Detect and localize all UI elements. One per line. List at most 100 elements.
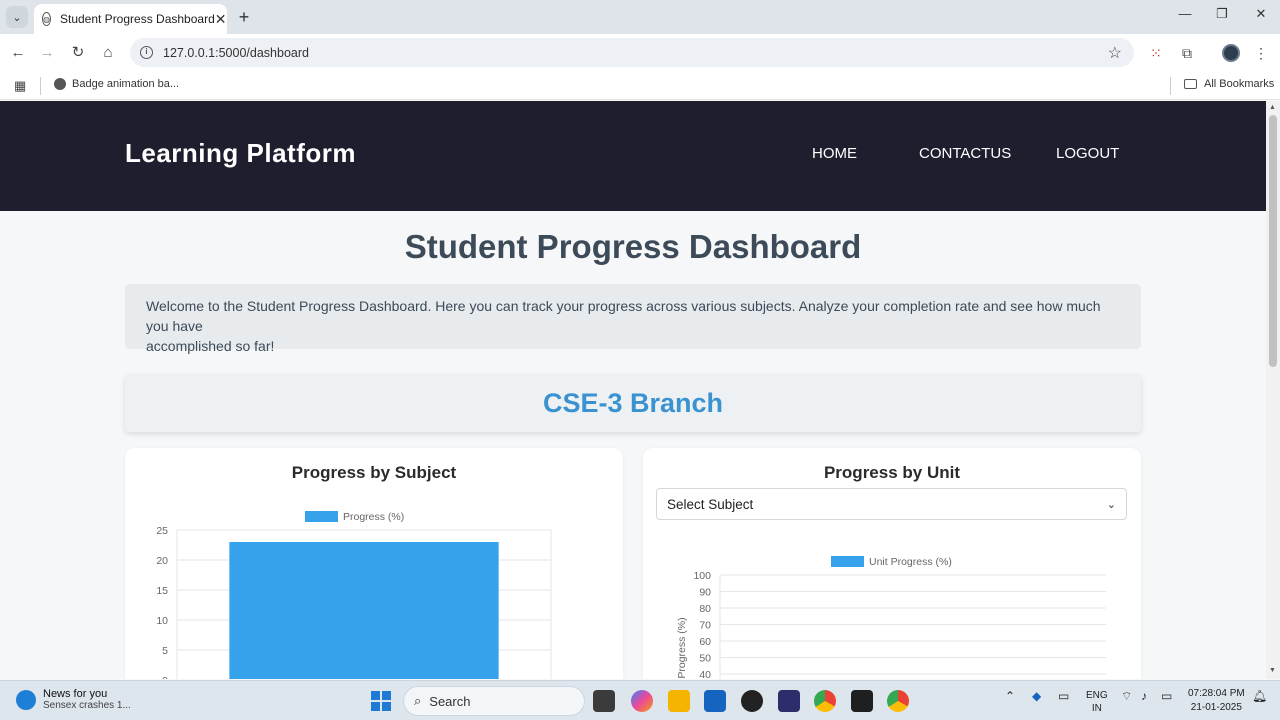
file-explorer-icon[interactable] — [668, 690, 690, 712]
y-tick-label: 20 — [156, 555, 168, 567]
tab-strip: ⌄ ◍ Student Progress Dashboard ✕ + — ❐ ✕ — [0, 0, 1280, 34]
y-tick-label: 0 — [162, 675, 168, 679]
taskbar-search-label: Search — [429, 693, 471, 709]
y-tick-label: 100 — [693, 570, 711, 582]
legend-swatch — [831, 556, 864, 567]
divider — [40, 77, 41, 95]
back-arrow-icon[interactable]: ← — [8, 43, 28, 63]
branch-card: CSE-3 Branch — [125, 374, 1141, 432]
globe-icon — [54, 78, 66, 90]
divider — [1170, 77, 1171, 95]
taskbar-search[interactable]: ⌕ Search — [403, 686, 585, 716]
news-icon — [16, 690, 36, 710]
y-tick-label: 15 — [156, 585, 168, 597]
y-tick-label: 60 — [699, 636, 711, 648]
tray-chevron-up-icon[interactable]: ⌃ — [1005, 689, 1015, 703]
lang-code: ENG — [1086, 690, 1108, 701]
forward-arrow-icon[interactable]: → — [37, 43, 57, 63]
address-bar[interactable]: i 127.0.0.1:5000/dashboard ☆ — [130, 38, 1134, 67]
chrome-icon[interactable] — [814, 690, 836, 712]
scroll-thumb[interactable] — [1269, 115, 1277, 367]
browser-tab[interactable]: ◍ Student Progress Dashboard ✕ — [34, 4, 227, 34]
news-widget[interactable]: News for you Sensex crashes 1... — [16, 688, 131, 711]
y-tick-label: 90 — [699, 587, 711, 599]
welcome-line-2: accomplished so far! — [146, 338, 275, 354]
y-tick-label: 80 — [699, 603, 711, 615]
windows-start-icon[interactable] — [371, 691, 391, 711]
branch-title: CSE-3 Branch — [542, 388, 724, 418]
profile-avatar[interactable] — [1222, 44, 1240, 62]
bookmark-label: Badge animation ba... — [72, 78, 180, 90]
subject-progress-card: Progress by Subject Progress (%)05101520… — [125, 448, 623, 679]
nav-logout[interactable]: LOGOUT — [1056, 145, 1119, 162]
news-subtitle: Sensex crashes 1... — [43, 700, 131, 711]
url-text: 127.0.0.1:5000/dashboard — [163, 45, 309, 60]
bookmark-item[interactable]: Badge animation ba... — [54, 78, 179, 90]
subject-progress-chart: Progress (%) 0 5 10 15 20 25 — [156, 511, 552, 679]
kebab-menu-icon[interactable]: ⋮ — [1251, 43, 1271, 63]
vscode-icon[interactable] — [778, 690, 800, 712]
volume-icon[interactable]: ♪ — [1141, 689, 1147, 703]
tab-close-icon[interactable]: ✕ — [215, 11, 227, 28]
task-view-icon[interactable] — [593, 690, 615, 712]
search-icon: ⌕ — [414, 693, 422, 708]
system-clock[interactable]: 07:28:04 PM 21-01-2025 — [1188, 687, 1245, 715]
wifi-icon[interactable]: ⌔ — [1121, 689, 1132, 704]
scroll-down-icon[interactable]: ▼ — [1269, 667, 1276, 674]
news-title: News for you — [43, 688, 108, 700]
legend-label: Progress (%) — [343, 511, 404, 523]
folder-icon — [1184, 79, 1197, 89]
windows-taskbar: News for you Sensex crashes 1... ⌕ Searc… — [0, 680, 1280, 720]
nav-home[interactable]: HOME — [812, 145, 857, 162]
all-bookmarks-label: All Bookmarks — [1204, 78, 1275, 90]
tray-device-icon[interactable]: ▭ — [1058, 689, 1069, 703]
scroll-up-icon[interactable]: ▲ — [1269, 104, 1276, 111]
clock-date: 21-01-2025 — [1190, 702, 1242, 713]
restore-icon[interactable]: ❐ — [1207, 6, 1237, 22]
legend-swatch — [305, 511, 338, 522]
all-bookmarks-button[interactable]: All Bookmarks — [1184, 78, 1274, 90]
clock-time: 07:28:04 PM — [1188, 688, 1245, 699]
y-tick-label: 50 — [699, 653, 711, 665]
reload-icon[interactable]: ↻ — [68, 43, 88, 63]
nav-contactus[interactable]: CONTACTUS — [919, 145, 1011, 162]
battery-icon[interactable]: ▭ — [1161, 689, 1172, 703]
y-tick-label: 40 — [699, 669, 711, 679]
language-indicator[interactable]: ENG IN — [1086, 689, 1108, 715]
globe-icon: ◍ — [42, 12, 51, 26]
tab-search-chevron-icon[interactable]: ⌄ — [6, 6, 28, 28]
y-tick-label: 10 — [156, 615, 168, 627]
extensions-puzzle-icon[interactable]: ⧉ — [1177, 43, 1197, 63]
home-icon[interactable]: ⌂ — [98, 43, 118, 63]
minimize-icon[interactable]: — — [1170, 6, 1200, 21]
security-shield-icon[interactable]: ◆ — [1032, 689, 1041, 703]
browser-toolbar: ← → ↻ ⌂ i 127.0.0.1:5000/dashboard ☆ ⁙ ⧉… — [0, 34, 1280, 72]
unit-progress-chart: Unit Progress (%) 40 50 60 70 80 90 100 Progress… — [676, 556, 1106, 679]
page-scrollbar[interactable]: ▲ ▼ — [1266, 101, 1280, 679]
copilot-icon[interactable] — [631, 690, 653, 712]
terminal-icon[interactable] — [851, 690, 873, 712]
page-title: Student Progress Dashboard — [404, 228, 862, 265]
y-tick-label: 70 — [699, 620, 711, 632]
page-viewport: Learning Platform HOME CONTACTUS LOGOUT … — [0, 101, 1266, 679]
welcome-line-1: Welcome to the Student Progress Dashboar… — [146, 298, 1101, 334]
new-tab-plus-icon[interactable]: + — [234, 7, 254, 27]
y-tick-label: 5 — [162, 645, 168, 657]
notification-bell-icon[interactable]: 🔔︎ — [1252, 689, 1267, 703]
brand-logo-text[interactable]: Learning Platform — [125, 138, 356, 169]
bookmarks-bar: ▦ Badge animation ba... All Bookmarks — [0, 72, 1280, 100]
y-axis-label: Progress (%) — [676, 617, 688, 678]
site-info-icon[interactable]: i — [140, 46, 153, 59]
chrome-active-icon[interactable] — [887, 690, 909, 712]
bar — [229, 542, 499, 679]
apps-grid-icon[interactable]: ⁙ — [1146, 43, 1166, 63]
dell-icon[interactable] — [741, 690, 763, 712]
bookmark-star-icon[interactable]: ☆ — [1108, 43, 1122, 63]
lang-region: IN — [1091, 703, 1102, 714]
window-close-icon[interactable]: ✕ — [1246, 6, 1276, 22]
legend-label: Unit Progress (%) — [869, 556, 952, 568]
unit-progress-card: Progress by Unit Select Subject ⌄ Unit P… — [643, 448, 1141, 679]
microsoft-store-icon[interactable] — [704, 690, 726, 712]
site-header: Learning Platform HOME CONTACTUS LOGOUT — [0, 101, 1266, 211]
apps-icon[interactable]: ▦ — [14, 78, 26, 94]
